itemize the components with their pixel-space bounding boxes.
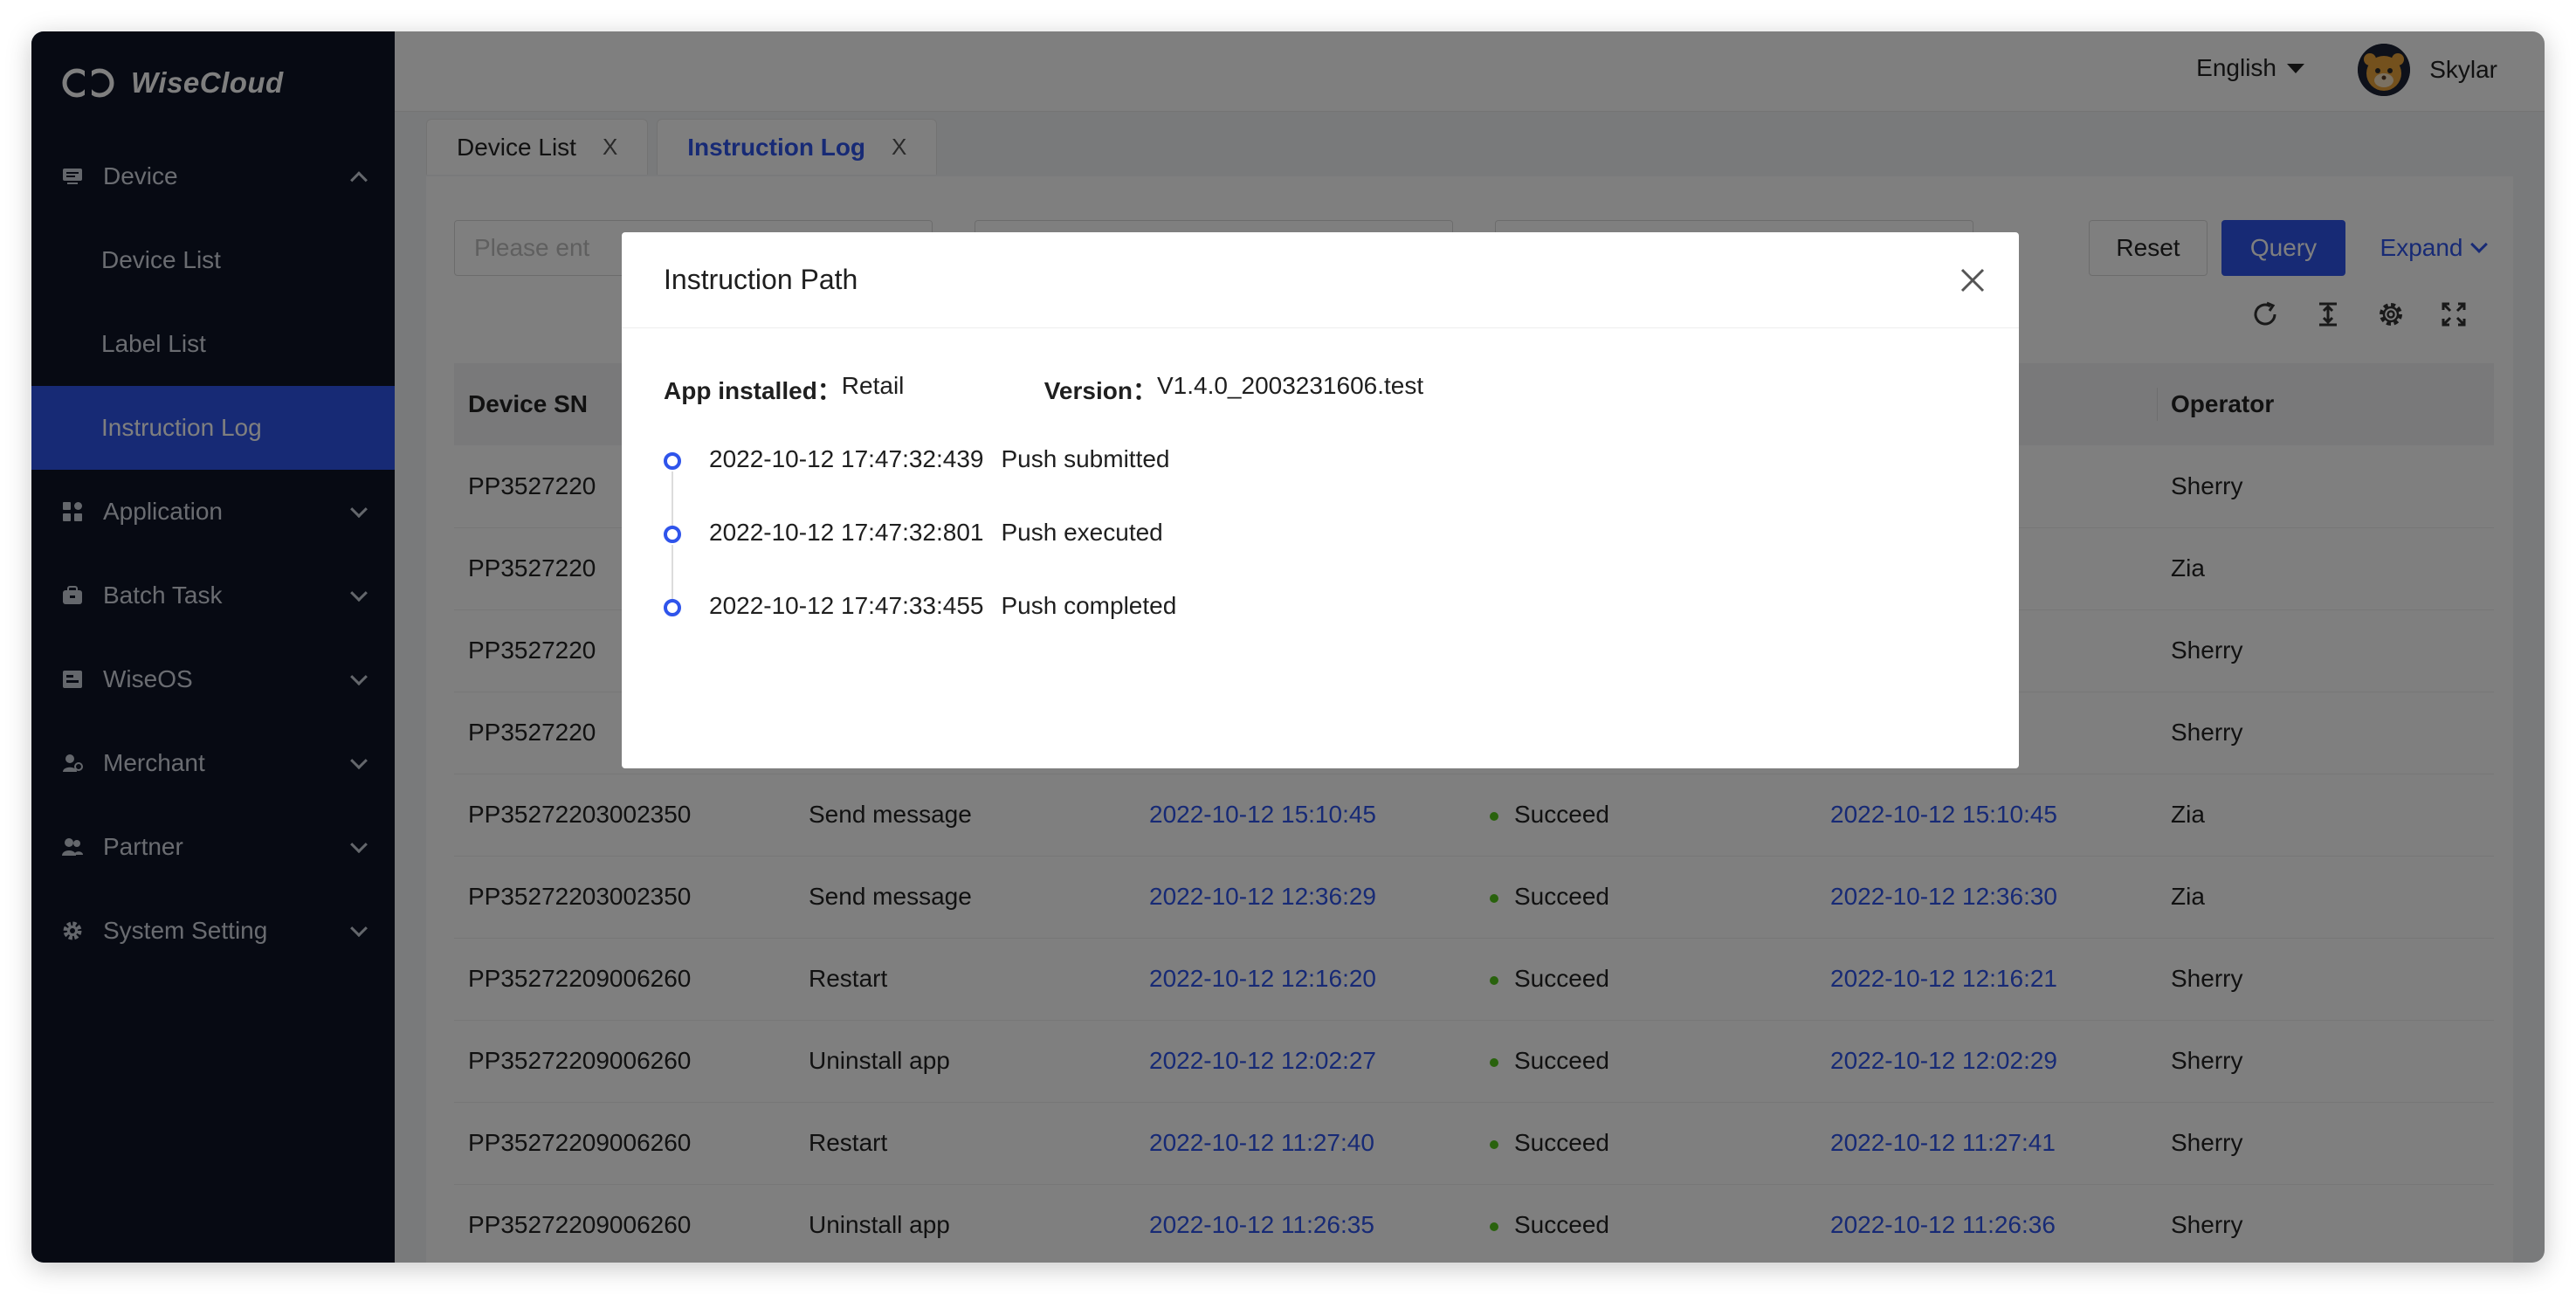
version-value: V1.4.0_2003231606.test — [1156, 372, 1424, 399]
version-label: Version： — [1043, 377, 1157, 404]
app-window: WiseCloud Device Device List Label List … — [31, 31, 2545, 1263]
timeline-dot — [664, 452, 681, 470]
close-icon[interactable] — [1958, 265, 1987, 295]
instruction-timeline: 2022-10-12 17:47:32:439 Push submitted 2… — [664, 445, 1176, 665]
timeline-item: 2022-10-12 17:47:32:801 Push executed — [664, 519, 1176, 599]
timeline-item: 2022-10-12 17:47:33:455 Push completed — [664, 592, 1176, 665]
timeline-time: 2022-10-12 17:47:32:439 — [709, 445, 984, 472]
modal-title: Instruction Path — [664, 264, 858, 295]
timeline-dot — [664, 526, 681, 543]
timeline-connector — [672, 471, 673, 526]
modal-meta: App installed： Retail Version： V1.4.0_20… — [664, 372, 1423, 407]
timeline-event: Push executed — [1001, 519, 1163, 546]
timeline-item: 2022-10-12 17:47:32:439 Push submitted — [664, 445, 1176, 526]
instruction-path-modal: Instruction Path App installed： Retail V… — [622, 232, 2019, 768]
modal-header: Instruction Path — [622, 232, 2019, 328]
timeline-connector — [672, 545, 673, 599]
timeline-event: Push submitted — [1001, 445, 1170, 472]
timeline-time: 2022-10-12 17:47:32:801 — [709, 519, 984, 546]
timeline-time: 2022-10-12 17:47:33:455 — [709, 592, 984, 619]
app-installed-label: App installed： — [664, 377, 842, 404]
timeline-event: Push completed — [1001, 592, 1177, 619]
timeline-dot — [664, 599, 681, 616]
app-installed-value: Retail — [841, 372, 905, 399]
